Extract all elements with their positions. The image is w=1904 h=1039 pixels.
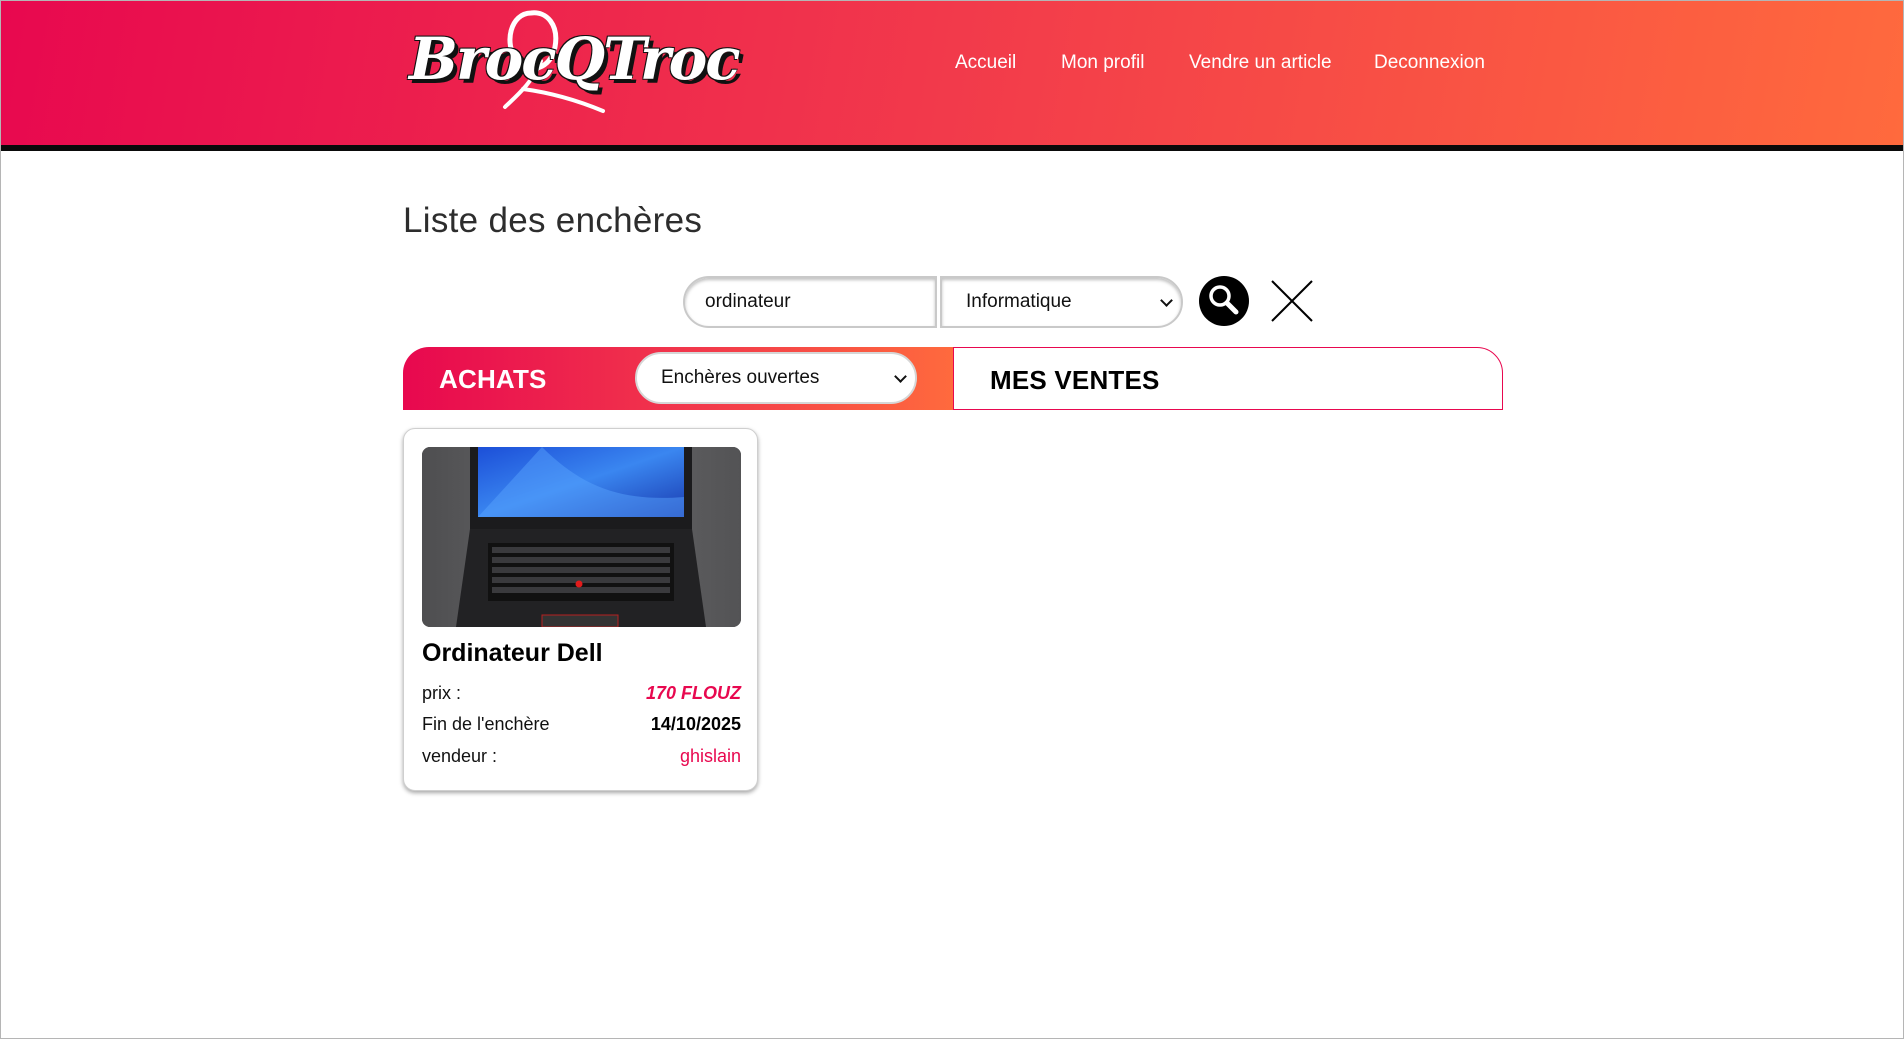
nav-mon-profil[interactable]: Mon profil: [1061, 52, 1144, 74]
card-title: Ordinateur Dell: [422, 639, 603, 667]
end-date-value: 14/10/2025: [650, 714, 741, 734]
seller-label: vendeur :: [422, 746, 498, 766]
auction-card[interactable]: Ordinateur Dell prix : 170 FLOUZ Fin de …: [403, 428, 758, 791]
seller-link[interactable]: ghislain: [680, 746, 741, 767]
search-input[interactable]: ordinateur: [683, 276, 937, 328]
nav-vendre-article[interactable]: Vendre un article: [1189, 52, 1332, 74]
tab-mes-ventes[interactable]: MES VENTES: [953, 347, 1503, 410]
chevron-down-icon: [1160, 294, 1173, 307]
card-seller-row: vendeur : ghislain: [422, 746, 741, 770]
nav-accueil[interactable]: Accueil: [955, 52, 1016, 74]
site-header: BrocQTroc Accueil Mon profil Vendre un a…: [1, 1, 1903, 151]
main-nav: Accueil Mon profil Vendre un article Dec…: [1, 52, 1903, 82]
tab-mes-ventes-label: MES VENTES: [990, 365, 1160, 395]
laptop-photo: [422, 447, 741, 627]
tab-achats[interactable]: ACHATS Enchères ouvertes: [403, 347, 953, 410]
close-icon: [1271, 280, 1313, 322]
laptop-image: [422, 447, 741, 627]
card-end-row: Fin de l'enchère 14/10/2025: [422, 714, 741, 738]
chevron-down-icon: [894, 370, 907, 383]
achats-filter-select[interactable]: Enchères ouvertes: [635, 352, 917, 404]
category-select-value: Informatique: [966, 291, 1072, 312]
price-value: 170 FLOUZ: [645, 683, 741, 703]
card-price-row: prix : 170 FLOUZ: [422, 683, 741, 707]
search-button[interactable]: [1199, 276, 1249, 326]
price-label: prix :: [422, 683, 462, 703]
tab-achats-label: ACHATS: [439, 364, 547, 394]
browser-viewport: BrocQTroc Accueil Mon profil Vendre un a…: [0, 0, 1904, 1039]
achats-filter-value: Enchères ouvertes: [661, 367, 820, 388]
nav-deconnexion[interactable]: Deconnexion: [1374, 52, 1485, 74]
end-date-label: Fin de l'enchère: [422, 714, 550, 734]
search-icon: [1209, 285, 1239, 315]
search-input-value: ordinateur: [705, 291, 791, 312]
page-title: Liste des enchères: [403, 201, 703, 240]
clear-search-button[interactable]: [1269, 278, 1315, 324]
category-select[interactable]: Informatique: [940, 276, 1183, 328]
